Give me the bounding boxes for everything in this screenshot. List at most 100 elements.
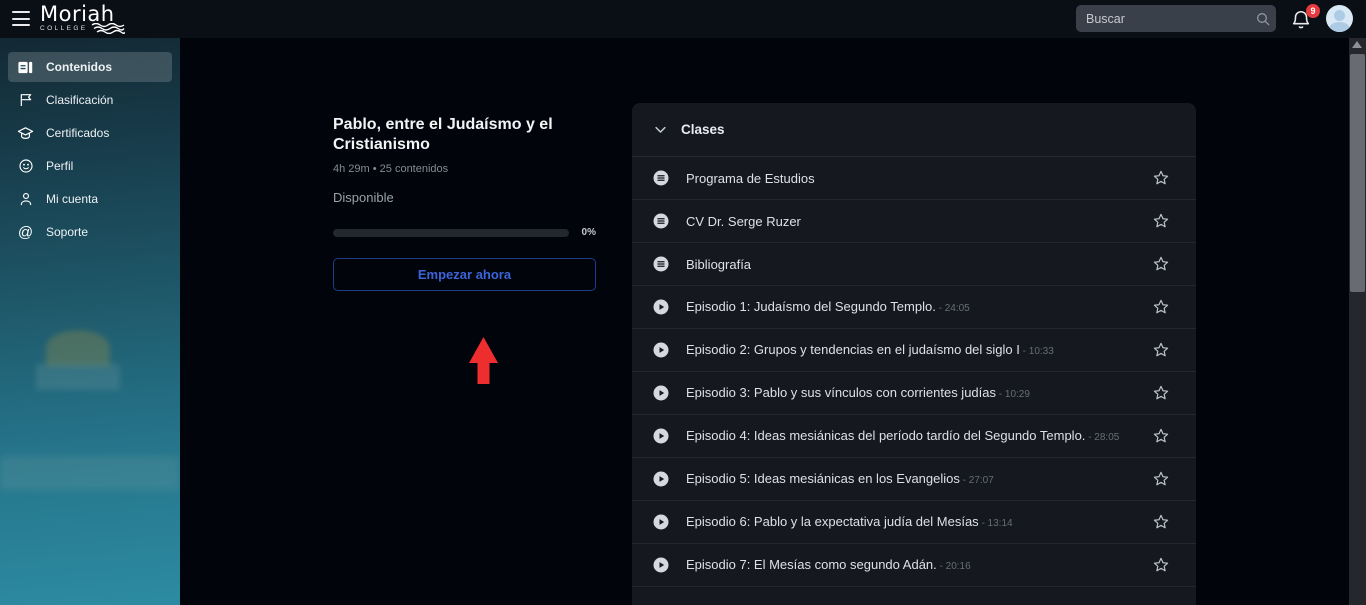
play-circle-icon <box>652 384 670 402</box>
class-title: CV Dr. Serge Ruzer <box>686 213 801 229</box>
avatar-silhouette-icon <box>1334 10 1345 21</box>
course-summary: Pablo, entre el Judaísmo y el Cristianis… <box>333 115 596 384</box>
sidebar-item-certificados[interactable]: Certificados <box>8 118 172 148</box>
class-row[interactable]: Episodio 1: Judaísmo del Segundo Templo.… <box>632 286 1196 329</box>
class-duration: - 10:29 <box>996 388 1030 400</box>
class-title: Programa de Estudios <box>686 170 815 186</box>
favorite-star-icon[interactable] <box>1152 341 1170 359</box>
class-row[interactable]: Episodio 6: Pablo y la expectativa judía… <box>632 501 1196 544</box>
brand-logo: Moriah COLLEGE <box>40 3 125 34</box>
class-row[interactable]: Episodio 4: Ideas mesiánicas del período… <box>632 415 1196 458</box>
document-circle-icon <box>652 212 670 230</box>
class-title: Episodio 6: Pablo y la expectativa judía… <box>686 513 979 529</box>
notification-badge: 9 <box>1306 4 1320 18</box>
class-row[interactable]: Programa de Estudios <box>632 157 1196 200</box>
course-meta: 4h 29m • 25 contenidos <box>333 163 449 175</box>
class-title: Episodio 4: Ideas mesiánicas del período… <box>686 427 1086 443</box>
favorite-star-icon[interactable] <box>1152 427 1170 445</box>
classes-panel: Clases Programa de Estudios CV Dr. Serge … <box>632 103 1196 605</box>
annotation-arrow-up <box>469 337 498 384</box>
play-circle-icon <box>652 341 670 359</box>
person-icon <box>17 191 34 208</box>
class-duration: - 20:16 <box>936 560 971 572</box>
favorite-star-icon[interactable] <box>1152 212 1170 230</box>
play-circle-icon <box>652 556 670 574</box>
app-screen: Moriah COLLEGE 9 <box>0 0 1366 605</box>
search-input[interactable] <box>1076 11 1255 26</box>
sidebar-item-perfil[interactable]: Perfil <box>8 151 172 181</box>
class-list: Programa de Estudios CV Dr. Serge Ruzer Bi… <box>632 157 1196 587</box>
play-circle-icon <box>652 470 670 488</box>
class-title: Episodio 1: Judaísmo del Segundo Templo. <box>686 298 936 314</box>
document-circle-icon <box>652 255 670 273</box>
play-circle-icon <box>652 298 670 316</box>
progress-bar <box>333 228 569 237</box>
class-title: Episodio 7: El Mesías como segundo Adán. <box>686 556 937 572</box>
scrollbar-up-arrow[interactable] <box>1352 41 1362 48</box>
class-title: Episodio 2: Grupos y tendencias en el ju… <box>686 341 1020 357</box>
vertical-scrollbar <box>1349 38 1366 605</box>
play-circle-icon <box>652 427 670 445</box>
class-title: Episodio 3: Pablo y sus vínculos con cor… <box>686 384 997 400</box>
notifications-button[interactable]: 9 <box>1290 4 1320 32</box>
contents-icon <box>17 59 34 76</box>
progress-percent: 0% <box>581 227 596 238</box>
logo-name: Moriah <box>40 2 115 26</box>
sidebar-item-mi-cuenta[interactable]: Mi cuenta <box>8 184 172 214</box>
chevron-down-icon <box>655 126 666 133</box>
logo-waves-icon <box>91 23 125 34</box>
class-duration: - 28:05 <box>1085 431 1120 443</box>
sidebar-item-label: Perfil <box>46 159 74 173</box>
sidebar-item-contenidos[interactable]: Contenidos <box>8 52 172 82</box>
sidebar-item-soporte[interactable]: @ Soporte <box>8 217 172 247</box>
course-status: Disponible <box>333 190 394 205</box>
hamburger-menu-icon[interactable] <box>12 11 30 26</box>
class-duration: - 10:33 <box>1019 345 1054 357</box>
class-row[interactable]: Episodio 2: Grupos y tendencias en el ju… <box>632 329 1196 372</box>
classes-panel-header[interactable]: Clases <box>632 103 1196 157</box>
top-bar: Moriah COLLEGE 9 <box>0 0 1366 38</box>
search-icon[interactable] <box>1255 11 1271 27</box>
favorite-star-icon[interactable] <box>1152 298 1170 316</box>
sidebar-item-label: Contenidos <box>46 60 112 74</box>
start-now-button[interactable]: Empezar ahora <box>333 258 596 291</box>
class-row[interactable]: Episodio 3: Pablo y sus vínculos con cor… <box>632 372 1196 415</box>
classes-panel-title: Clases <box>681 122 725 137</box>
smiley-icon <box>17 158 34 175</box>
sidebar-item-label: Certificados <box>46 126 110 140</box>
sidebar: Contenidos Clasificación Certificados Perfi… <box>0 38 180 605</box>
class-row[interactable]: Episodio 5: Ideas mesiánicas en los Evan… <box>632 458 1196 501</box>
class-duration: - 13:14 <box>978 517 1013 529</box>
sidebar-item-label: Mi cuenta <box>46 192 99 206</box>
search-box <box>1076 5 1276 32</box>
sidebar-item-label: Clasificación <box>46 93 114 107</box>
play-circle-icon <box>652 513 670 531</box>
document-circle-icon <box>652 169 670 187</box>
course-progress: 0% <box>333 227 596 238</box>
class-row[interactable]: Episodio 7: El Mesías como segundo Adán.… <box>632 544 1196 587</box>
sidebar-nav: Contenidos Clasificación Certificados Perfi… <box>0 52 180 250</box>
class-duration: - 24:05 <box>935 302 970 314</box>
logo-subtitle: COLLEGE <box>40 25 88 32</box>
class-title: Bibliografía <box>686 256 752 272</box>
background-dome-image <box>46 330 110 366</box>
main-content: Pablo, entre el Judaísmo y el Cristianis… <box>180 38 1349 605</box>
user-avatar[interactable] <box>1326 5 1353 32</box>
class-duration: - 27:07 <box>959 474 994 486</box>
sidebar-item-label: Soporte <box>46 225 89 239</box>
favorite-star-icon[interactable] <box>1152 169 1170 187</box>
sidebar-item-clasificaci-n[interactable]: Clasificación <box>8 85 172 115</box>
favorite-star-icon[interactable] <box>1152 470 1170 488</box>
flag-icon <box>17 92 34 109</box>
favorite-star-icon[interactable] <box>1152 255 1170 273</box>
favorite-star-icon[interactable] <box>1152 513 1170 531</box>
favorite-star-icon[interactable] <box>1152 384 1170 402</box>
at-icon: @ <box>17 223 34 241</box>
class-row[interactable]: CV Dr. Serge Ruzer <box>632 200 1196 243</box>
class-row[interactable]: Bibliografía <box>632 243 1196 286</box>
favorite-star-icon[interactable] <box>1152 556 1170 574</box>
scrollbar-thumb[interactable] <box>1350 54 1365 292</box>
course-title: Pablo, entre el Judaísmo y el Cristianis… <box>333 116 553 153</box>
graduation-cap-icon <box>17 125 34 142</box>
class-title: Episodio 5: Ideas mesiánicas en los Evan… <box>686 470 960 486</box>
